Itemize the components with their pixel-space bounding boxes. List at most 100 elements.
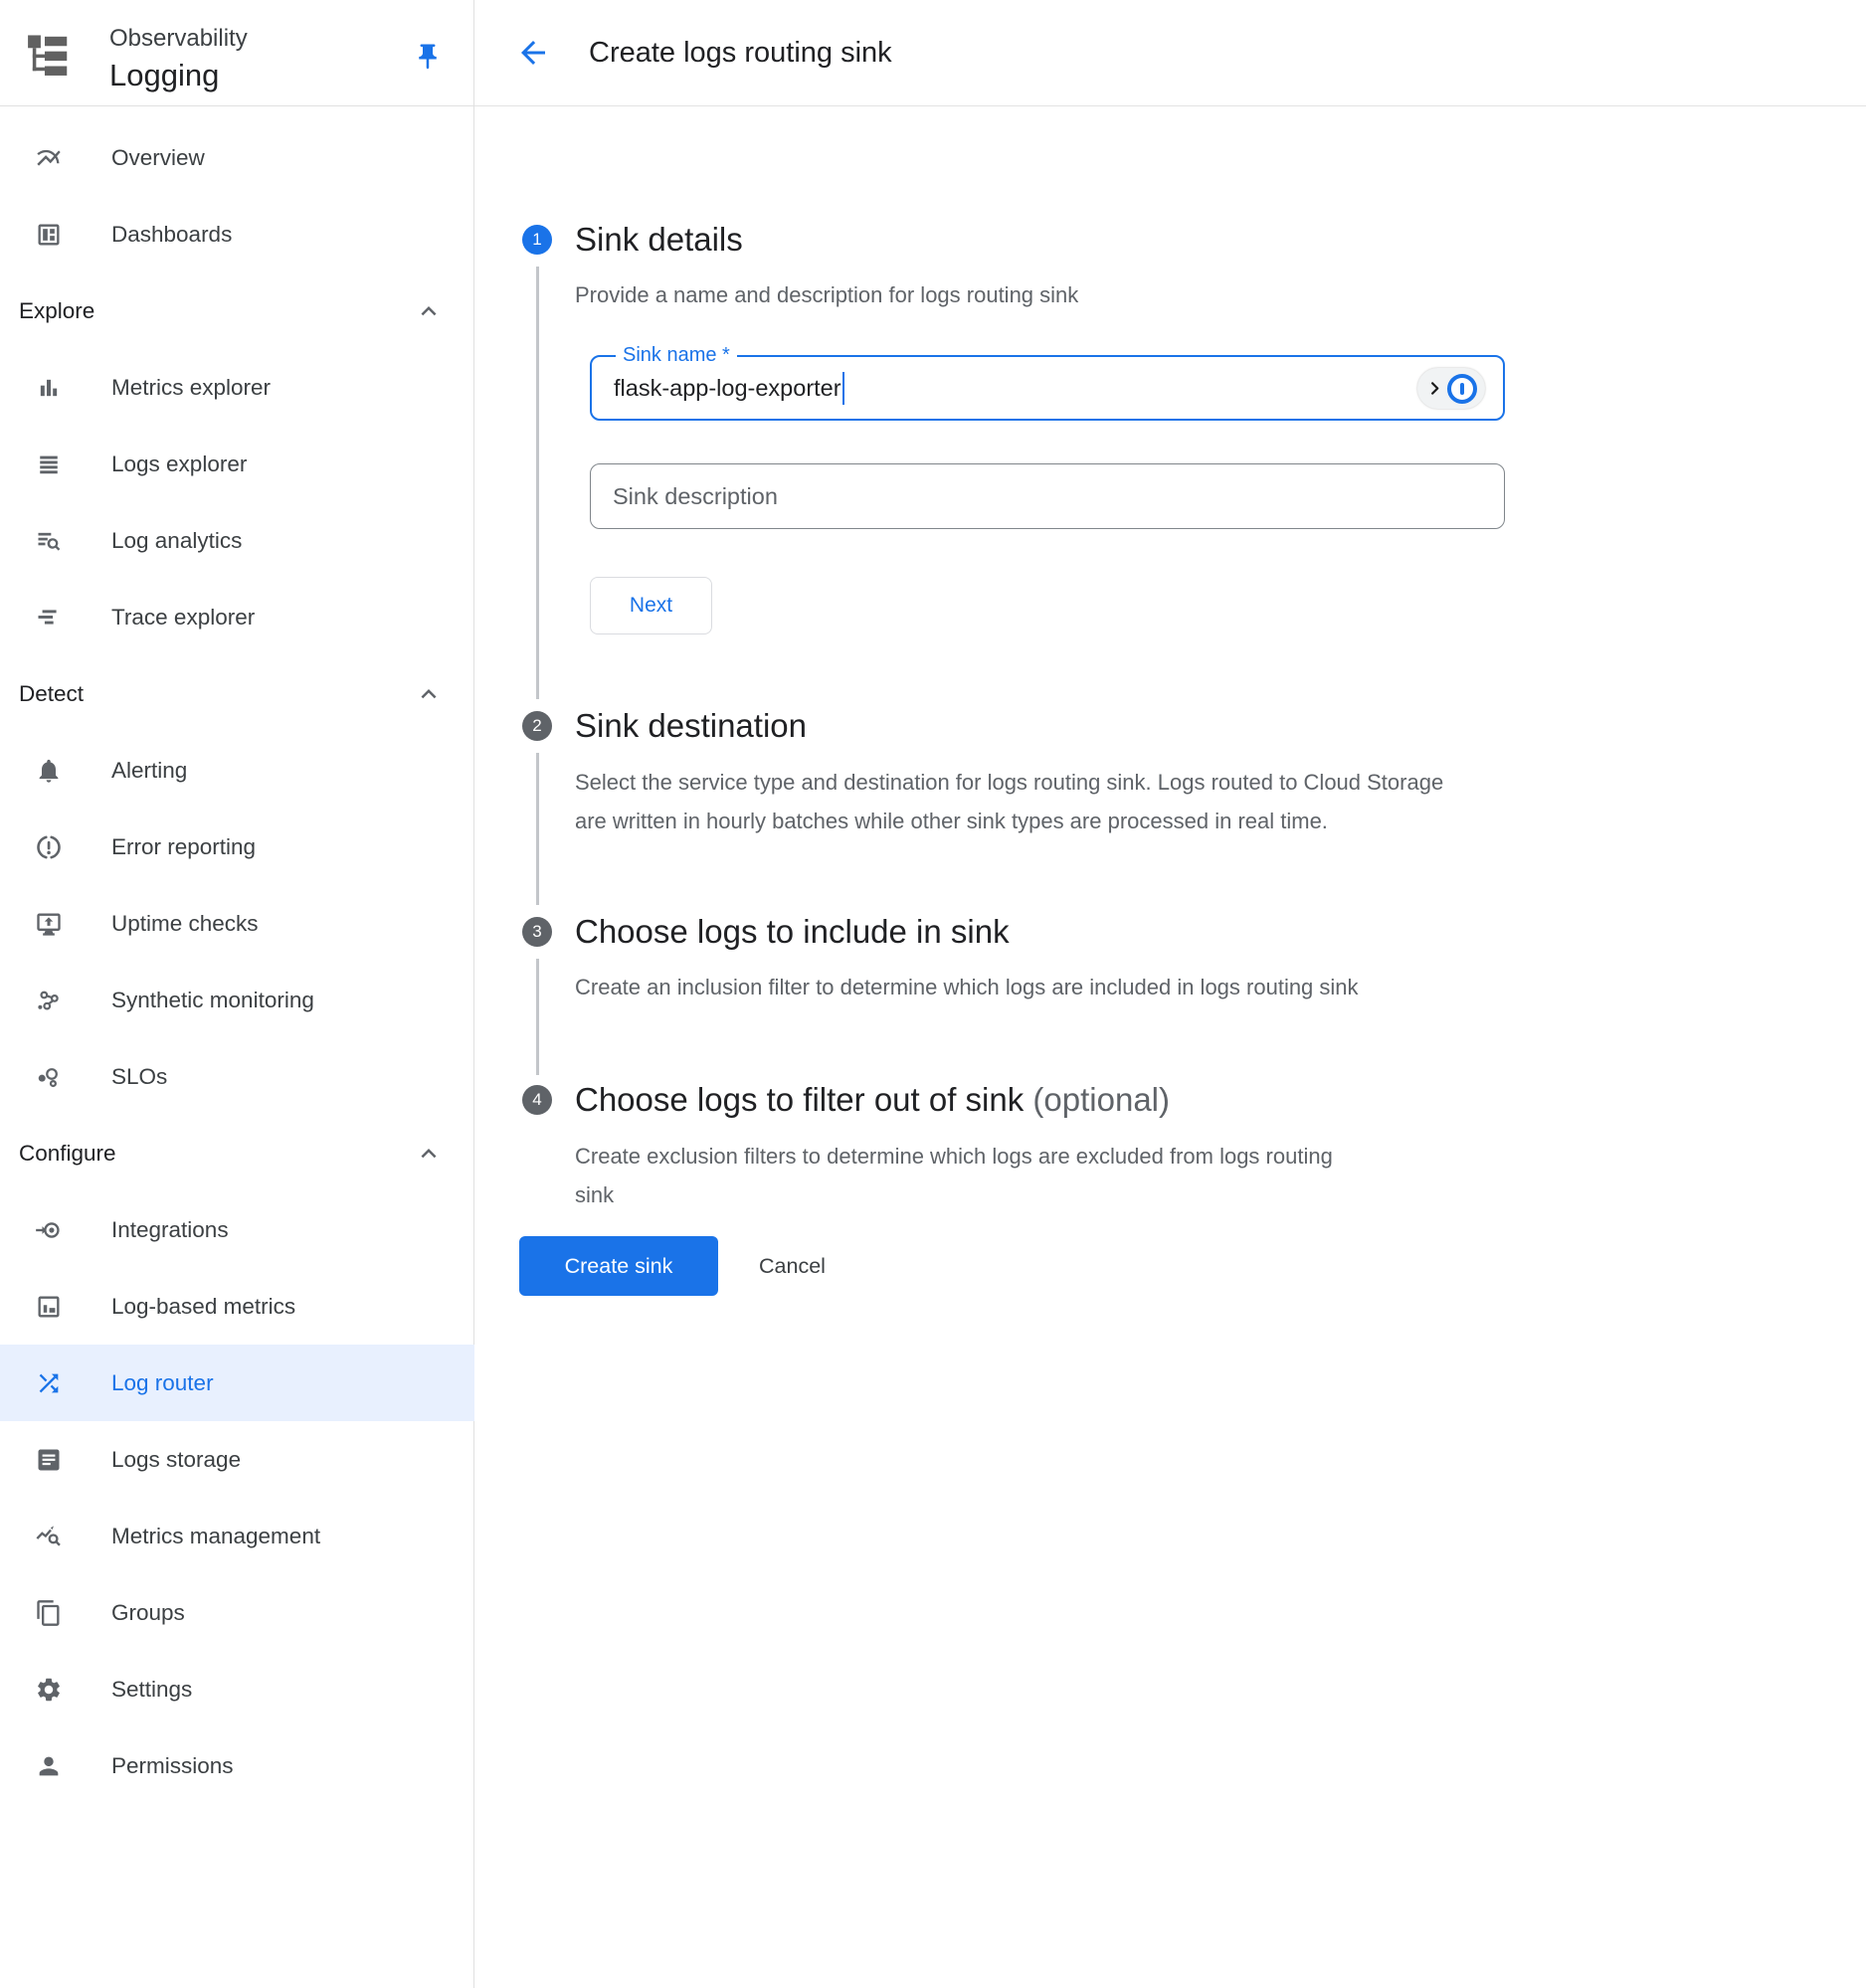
sidebar-item-label: Dashboards [111,222,232,248]
sidebar-item-logs-storage[interactable]: Logs storage [0,1421,474,1498]
step-connector [536,753,539,905]
trace-explorer-icon [35,604,63,632]
sidebar-item-log-analytics[interactable]: Log analytics [0,502,474,579]
sidebar-item-groups[interactable]: Groups [0,1574,474,1651]
sidebar: Observability Logging Overview Dashboard… [0,0,474,1988]
sidebar-item-label: Log analytics [111,528,242,554]
sink-description-field [590,463,1505,529]
slos-icon [35,1063,63,1091]
sidebar-item-slos[interactable]: SLOs [0,1038,474,1115]
integrations-icon [35,1216,63,1244]
sidebar-item-logs-explorer[interactable]: Logs explorer [0,426,474,502]
step-connector [536,267,539,699]
onepassword-autofill-button[interactable] [1417,368,1485,409]
sidebar-item-uptime-checks[interactable]: Uptime checks [0,885,474,962]
page-title: Create logs routing sink [589,37,892,70]
sidebar-item-log-router[interactable]: Log router [0,1345,474,1421]
back-arrow-icon [515,59,551,74]
section-label: Configure [19,1141,116,1167]
metrics-management-icon [35,1523,63,1550]
sidebar-item-settings[interactable]: Settings [0,1651,474,1727]
step-4-indicator: 4 [522,1085,552,1115]
dashboards-icon [35,221,63,249]
step-1-title: Sink details [575,218,743,262]
chevron-up-icon [414,679,444,709]
sidebar-item-synthetic-monitoring[interactable]: Synthetic monitoring [0,962,474,1038]
overview-icon [35,144,63,172]
sidebar-nav: Overview Dashboards Explore Metrics expl… [0,119,474,1804]
sidebar-section-configure[interactable]: Configure [0,1115,474,1191]
logs-explorer-icon [35,451,63,478]
step-2-description: Select the service type and destination … [575,764,1448,840]
sink-name-field[interactable]: Sink name * flask-app-log-exporter [590,355,1505,421]
permissions-icon [35,1752,63,1780]
sidebar-item-label: Log router [111,1370,214,1396]
sidebar-section-detect[interactable]: Detect [0,655,474,732]
uptime-checks-icon [35,910,63,938]
sidebar-item-integrations[interactable]: Integrations [0,1191,474,1268]
sidebar-item-trace-explorer[interactable]: Trace explorer [0,579,474,655]
logs-storage-icon [35,1446,63,1474]
step-4-description: Create exclusion filters to determine wh… [575,1138,1376,1214]
step-2-title: Sink destination [575,704,807,748]
pin-icon [413,42,443,75]
sidebar-item-label: Error reporting [111,834,256,860]
sidebar-item-label: Trace explorer [111,605,255,631]
sidebar-item-log-based-metrics[interactable]: Log-based metrics [0,1268,474,1345]
page-header: Create logs routing sink [474,0,1866,106]
pin-button[interactable] [406,36,450,80]
gcp-logging-create-sink-page: Observability Logging Overview Dashboard… [0,0,1866,1988]
settings-icon [35,1676,63,1704]
step-2-indicator: 2 [522,711,552,741]
groups-icon [35,1599,63,1627]
step-connector [536,959,539,1075]
sink-name-value: flask-app-log-exporter [614,375,841,402]
error-reporting-icon [35,833,63,861]
sidebar-section-explore[interactable]: Explore [0,272,474,349]
sidebar-item-label: Permissions [111,1753,234,1779]
section-label: Explore [19,298,94,324]
sidebar-item-error-reporting[interactable]: Error reporting [0,809,474,885]
metrics-explorer-icon [35,374,63,402]
synthetic-monitoring-icon [35,987,63,1014]
wizard-content: 1 Sink details Provide a name and descri… [474,106,1866,1988]
step-3-title: Choose logs to include in sink [575,910,1010,954]
sidebar-item-label: Logs explorer [111,452,247,477]
back-button[interactable] [515,35,551,71]
sidebar-item-label: SLOs [111,1064,167,1090]
log-router-icon [35,1369,63,1397]
sink-description-input[interactable] [591,464,1504,528]
chevron-right-icon [1425,379,1444,398]
step-1-description: Provide a name and description for logs … [575,280,1490,310]
product-title: Logging [109,57,219,94]
sidebar-item-label: Metrics management [111,1524,320,1549]
sidebar-item-metrics-management[interactable]: Metrics management [0,1498,474,1574]
sidebar-item-label: Settings [111,1677,192,1703]
step-1-indicator: 1 [522,225,552,255]
sidebar-item-metrics-explorer[interactable]: Metrics explorer [0,349,474,426]
sidebar-item-permissions[interactable]: Permissions [0,1727,474,1804]
sidebar-item-label: Groups [111,1600,185,1626]
step-3-indicator: 3 [522,917,552,947]
chevron-up-icon [414,296,444,326]
section-label: Detect [19,681,84,707]
sidebar-item-label: Metrics explorer [111,375,271,401]
step-4-title: Choose logs to filter out of sink (optio… [575,1078,1170,1122]
step-3-description: Create an inclusion filter to determine … [575,969,1475,1007]
sidebar-header: Observability Logging [0,0,473,106]
sidebar-item-label: Overview [111,145,205,171]
next-button[interactable]: Next [590,577,712,634]
sidebar-item-overview[interactable]: Overview [0,119,474,196]
sidebar-item-label: Alerting [111,758,187,784]
sidebar-item-alerting[interactable]: Alerting [0,732,474,809]
text-cursor [842,372,845,405]
logging-logo-icon [20,26,74,80]
sidebar-item-label: Log-based metrics [111,1294,295,1320]
sidebar-item-label: Uptime checks [111,911,259,937]
create-sink-button[interactable]: Create sink [519,1236,718,1296]
step-4-title-main: Choose logs to filter out of sink [575,1081,1024,1118]
product-name: Observability [109,24,248,54]
sidebar-item-dashboards[interactable]: Dashboards [0,196,474,272]
cancel-button[interactable]: Cancel [741,1246,843,1286]
chevron-up-icon [414,1139,444,1169]
